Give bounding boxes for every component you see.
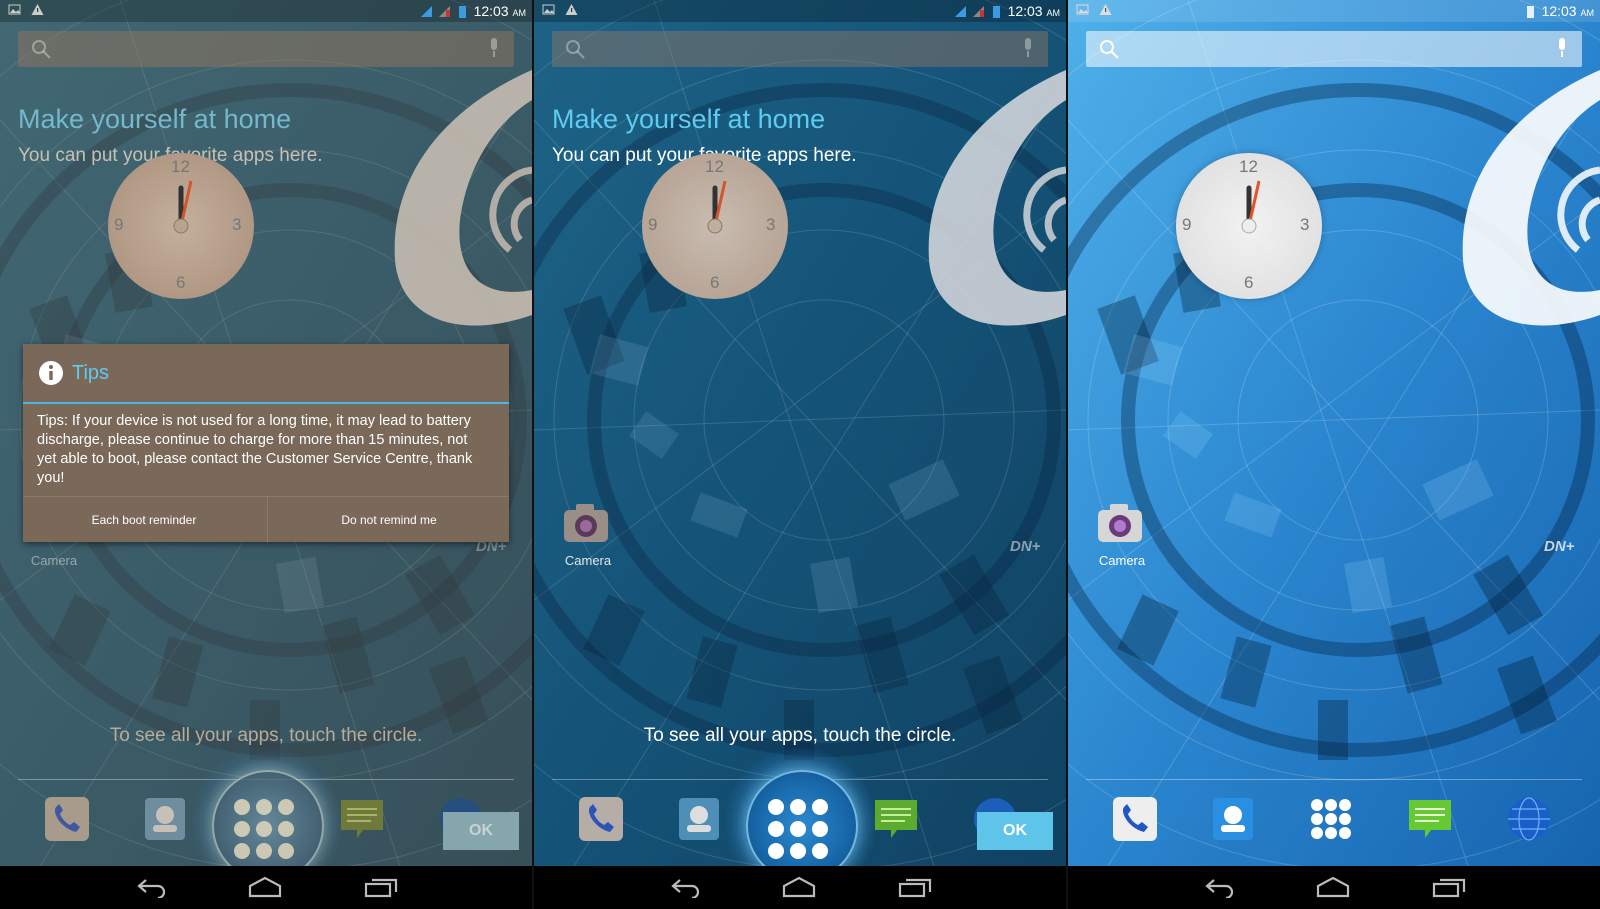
messaging-icon[interactable] bbox=[871, 794, 921, 844]
home-icon[interactable] bbox=[782, 876, 816, 898]
status-time: 12:03 AM bbox=[473, 3, 526, 19]
contacts-icon[interactable] bbox=[1208, 794, 1258, 844]
search-icon[interactable] bbox=[1098, 38, 1120, 60]
brand-logo: DN+ bbox=[1010, 538, 1041, 555]
warning-icon bbox=[31, 4, 44, 15]
back-icon[interactable] bbox=[136, 876, 166, 898]
recent-apps-icon[interactable] bbox=[898, 876, 932, 898]
tips-dialog-buttons: Each boot reminder Do not remind me bbox=[23, 496, 509, 543]
back-icon[interactable] bbox=[1204, 876, 1234, 898]
recent-apps-icon[interactable] bbox=[364, 876, 398, 898]
contacts-icon[interactable] bbox=[140, 794, 190, 844]
back-icon[interactable] bbox=[670, 876, 700, 898]
mic-icon[interactable] bbox=[1022, 37, 1034, 59]
battery-icon bbox=[458, 5, 466, 18]
phone-icon[interactable] bbox=[576, 794, 626, 844]
search-icon[interactable] bbox=[564, 38, 586, 60]
recent-apps-icon[interactable] bbox=[1432, 876, 1466, 898]
brand-logo: DN+ bbox=[1544, 538, 1575, 555]
mic-icon[interactable] bbox=[1556, 37, 1568, 59]
cling-ok-button[interactable]: OK bbox=[977, 812, 1053, 850]
clock-hands bbox=[1241, 180, 1261, 234]
battery-icon bbox=[1526, 5, 1534, 18]
info-icon bbox=[39, 361, 63, 385]
screen-panel-home: 12:03 AM 12 3 6 9 Camera DN+ bbox=[1068, 0, 1600, 909]
status-bar: 12:03 AM bbox=[0, 0, 532, 22]
tips-dialog-message: Tips: If your device is not used for a l… bbox=[37, 413, 473, 486]
camera-label: Camera bbox=[564, 553, 612, 568]
home-icon[interactable] bbox=[248, 876, 282, 898]
phone-icon[interactable] bbox=[42, 794, 92, 844]
search-bar[interactable] bbox=[552, 31, 1048, 67]
screen-panel-with-tips-dialog: 12:03 AM Make yourself at home You can p… bbox=[0, 0, 532, 909]
cling-title: Make yourself at home bbox=[552, 104, 826, 134]
camera-label: Camera bbox=[30, 553, 78, 568]
status-time: 12:03 AM bbox=[1541, 3, 1594, 19]
home-icon[interactable] bbox=[1316, 876, 1350, 898]
navigation-bar bbox=[0, 866, 532, 909]
tips-dialog-title: Tips bbox=[72, 362, 110, 384]
picture-notification-icon bbox=[1076, 4, 1089, 15]
screen-panel-home-cling: 12:03 AM Make yourself at home You can p… bbox=[534, 0, 1066, 909]
status-bar: 12:03 AM bbox=[1068, 0, 1600, 22]
clock-hands bbox=[173, 180, 193, 234]
picture-notification-icon bbox=[8, 4, 21, 15]
wallpaper bbox=[1068, 0, 1600, 866]
wifi-signal-icon bbox=[420, 5, 432, 17]
camera-app-icon[interactable] bbox=[560, 498, 612, 550]
tips-dialog-header: Tips bbox=[23, 344, 509, 404]
search-bar[interactable] bbox=[18, 31, 514, 67]
apps-hint: To see all your apps, touch the circle. bbox=[643, 725, 957, 746]
analog-clock-widget[interactable]: 12 3 6 9 bbox=[642, 153, 788, 299]
search-icon[interactable] bbox=[30, 38, 52, 60]
all-apps-icon[interactable] bbox=[1306, 794, 1356, 844]
each-boot-reminder-button[interactable]: Each boot reminder bbox=[23, 497, 265, 543]
dock bbox=[1068, 788, 1600, 858]
warning-icon bbox=[565, 4, 578, 15]
contacts-icon[interactable] bbox=[674, 794, 724, 844]
tips-dialog: Tips Tips: If your device is not used fo… bbox=[23, 344, 509, 543]
cell-signal-icon bbox=[972, 5, 984, 17]
navigation-bar bbox=[1068, 866, 1600, 909]
battery-icon bbox=[992, 5, 1000, 18]
dock-divider bbox=[1086, 779, 1582, 780]
picture-notification-icon bbox=[542, 4, 555, 15]
camera-icon bbox=[564, 504, 608, 542]
status-time: 12:03 AM bbox=[1007, 3, 1060, 19]
apps-hint: To see all your apps, touch the circle. bbox=[109, 725, 423, 746]
cling-title: Make yourself at home bbox=[18, 104, 292, 134]
camera-app-icon[interactable] bbox=[1094, 498, 1146, 550]
warning-icon bbox=[1099, 4, 1112, 15]
camera-icon bbox=[1098, 504, 1142, 542]
do-not-remind-button[interactable]: Do not remind me bbox=[267, 497, 510, 543]
messaging-icon[interactable] bbox=[337, 794, 387, 844]
cling-ok-button[interactable]: OK bbox=[443, 812, 519, 850]
navigation-bar bbox=[534, 866, 1066, 909]
phone-icon[interactable] bbox=[1110, 794, 1160, 844]
cell-signal-icon bbox=[438, 5, 450, 17]
clock-hands bbox=[707, 180, 727, 234]
mic-icon[interactable] bbox=[488, 37, 500, 59]
browser-globe-icon[interactable] bbox=[1504, 794, 1554, 844]
all-apps-icon bbox=[768, 799, 828, 859]
wifi-signal-icon bbox=[954, 5, 966, 17]
analog-clock-widget[interactable]: 12 3 6 9 bbox=[108, 153, 254, 299]
analog-clock-widget[interactable]: 12 3 6 9 bbox=[1176, 153, 1322, 299]
search-bar[interactable] bbox=[1086, 31, 1582, 67]
all-apps-icon bbox=[234, 799, 294, 859]
messaging-icon[interactable] bbox=[1405, 794, 1455, 844]
camera-label: Camera bbox=[1098, 553, 1146, 568]
status-bar: 12:03 AM bbox=[534, 0, 1066, 22]
